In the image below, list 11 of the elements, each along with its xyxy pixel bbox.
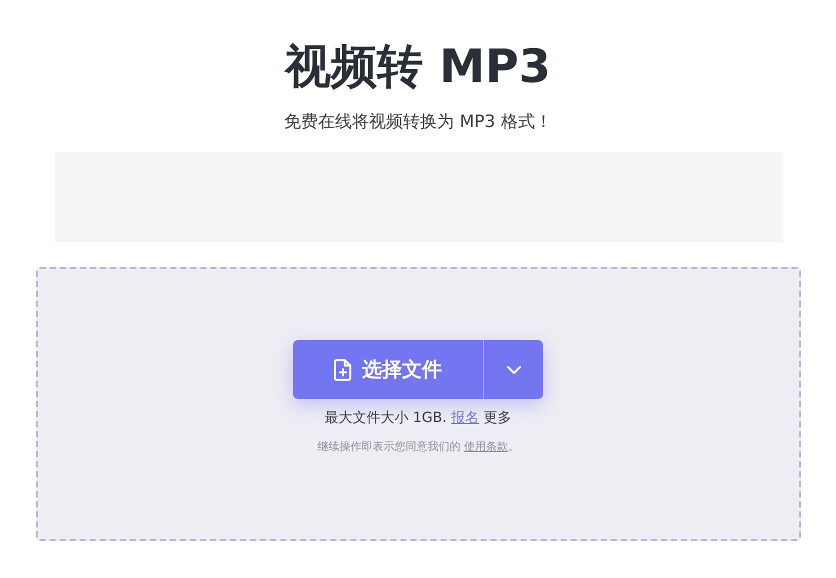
- page-title: 视频转 MP3: [285, 38, 551, 95]
- signup-link[interactable]: 报名: [451, 410, 480, 426]
- file-add-icon: [334, 358, 352, 380]
- page-subtitle: 免费在线将视频转换为 MP3 格式！: [284, 111, 552, 134]
- terms-link[interactable]: 使用条款: [464, 440, 508, 453]
- choose-file-button[interactable]: 选择文件: [293, 340, 483, 399]
- file-size-note: 最大文件大小 1GB. 报名 更多: [324, 409, 512, 427]
- dropdown-button[interactable]: [483, 340, 543, 399]
- terms-note: 继续操作即表示您同意我们的 使用条款。: [317, 439, 519, 454]
- drop-zone[interactable]: 选择文件 最大文件大小 1GB. 报名 更多 继续操作即表示您同意我们的 使用条款。: [36, 267, 800, 541]
- chevron-down-icon: [506, 366, 520, 374]
